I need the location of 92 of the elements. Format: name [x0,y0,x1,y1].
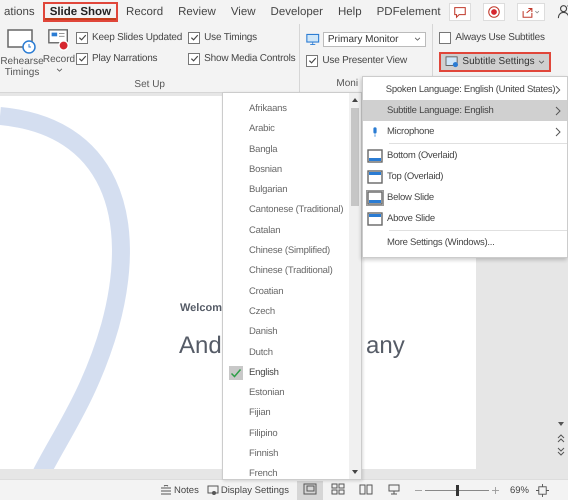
record-icon[interactable] [482,2,505,21]
checkbox-label: Always Use Subtitles [455,32,545,44]
record-button[interactable]: Record [44,28,74,79]
caption-position-icon [367,190,383,204]
group-label: Set Up [133,78,166,92]
caret-icon [56,68,62,72]
checkbox[interactable] [306,54,318,67]
notes-button[interactable]: Notes [160,484,199,496]
slide-subtitle: Welcom [180,302,222,314]
microphone-icon [371,126,379,138]
ribbon-tab[interactable]: Record [119,2,170,22]
slide-title: And [179,332,222,360]
menu-item[interactable]: Top (Overlaid) [363,166,567,187]
zoom-in-icon[interactable] [492,486,499,494]
language-item[interactable]: Afrikaans [223,99,344,120]
scrollbar-thumb[interactable] [351,108,360,206]
view-normal-icon [302,482,317,495]
monitor-clock-icon [7,28,37,54]
subtitle-settings-button[interactable]: Subtitle Settings [439,52,551,72]
monitor-dropdown[interactable]: Primary Monitor [322,32,426,47]
ribbon-tab[interactable]: Review [171,2,223,22]
checkbox-label: Use Presenter View [322,55,407,66]
checkbox-label: Play Narrations [92,53,158,64]
language-item[interactable]: Bosnian [223,160,344,180]
language-item[interactable]: Filipino [223,424,344,444]
language-item[interactable]: Arabic [223,119,344,140]
ribbon-tab[interactable]: ations [0,2,42,22]
chevron-right-icon [555,106,561,116]
language-item[interactable]: Finnish [223,444,344,464]
display-icon [206,485,219,496]
language-item[interactable]: Catalan [223,220,344,242]
rehearse-timings-button[interactable]: Rehearse Timings [2,28,42,79]
language-item[interactable]: French [223,464,344,485]
caret-icon [538,60,545,64]
language-item[interactable]: Croatian [223,282,344,302]
ribbon-tab[interactable]: View [224,2,263,22]
fit-slide-icon[interactable] [536,484,549,497]
menu-item[interactable]: Microphone [363,121,567,142]
comment-icon[interactable] [448,2,471,21]
ribbon-tab[interactable]: Slide Show [42,2,118,22]
next-slide-icon[interactable] [556,447,566,458]
ribbon-tab[interactable]: Developer [264,2,330,22]
checkbox[interactable] [76,52,88,65]
checkbox[interactable] [188,52,200,65]
chevron-right-icon [555,126,561,136]
check-icon [229,366,243,380]
language-item[interactable]: Bulgarian [223,180,344,200]
person-icon[interactable] [556,4,568,20]
subtitle-screen-icon [445,56,460,68]
slide-title: any [366,332,405,360]
language-item[interactable]: Dutch [223,342,344,363]
language-item[interactable]: Estonian [223,383,344,404]
previous-slide-icon[interactable] [556,433,566,444]
view-reading-icon [358,482,373,495]
language-item[interactable]: Cantonese (Traditional) [223,200,344,221]
zoom-thumb[interactable] [456,484,459,496]
caption-position-icon [367,170,383,184]
checkbox-label: Keep Slides Updated [92,32,182,44]
language-item[interactable]: Chinese (Traditional) [223,261,344,282]
group-label: Moni [336,78,358,91]
checkbox[interactable] [76,32,88,44]
checkbox[interactable] [439,32,452,44]
menu-item[interactable]: Subtitle Language: English [363,100,567,121]
zoom-percentage[interactable]: 69% [510,484,529,496]
caption-position-icon [367,148,383,162]
language-item[interactable]: Bangla [223,140,344,160]
menu-item[interactable]: More Settings (Windows)... [363,232,567,253]
menu-item[interactable]: Above Slide [363,208,567,229]
language-item[interactable]: English [223,362,344,384]
record-slide-icon [47,28,71,52]
monitor-icon [306,32,320,46]
caret-icon [414,37,422,42]
checkbox-label: Show Media Controls [204,53,296,64]
language-item[interactable]: Fijian [223,403,344,424]
caption-position-icon [367,212,383,226]
notes-icon [160,485,172,496]
checkbox-label: Use Timings [204,32,257,44]
ribbon-tab[interactable]: Help [330,2,369,22]
menu-item[interactable]: Bottom (Overlaid) [363,145,567,166]
chevron-right-icon [555,84,561,94]
language-item[interactable]: Chinese (Simplified) [223,241,344,262]
display-settings-button[interactable]: Display Settings [206,484,289,496]
share-icon[interactable] [516,2,545,21]
menu-item[interactable]: Below Slide [363,187,567,208]
view-sorter-icon [330,482,345,495]
view-button[interactable] [296,480,323,500]
menu-item[interactable]: Spoken Language: English (United States) [363,79,567,100]
language-item[interactable]: Danish [223,322,344,343]
view-slideshow-icon [386,482,401,495]
language-item[interactable]: Czech [223,302,344,322]
ribbon-tab[interactable]: PDFelement [370,2,448,22]
checkbox[interactable] [188,32,200,44]
